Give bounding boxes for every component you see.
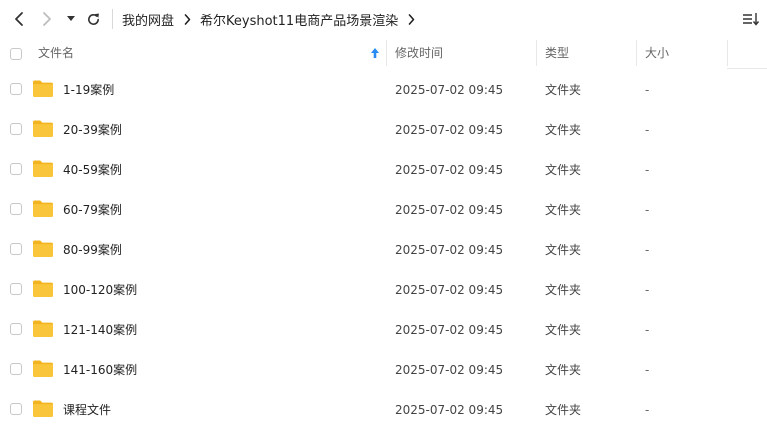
table-row[interactable]: 20-39案例 2025-07-02 09:45 文件夹 -: [0, 110, 767, 150]
table-row[interactable]: 课程文件 2025-07-02 09:45 文件夹 -: [0, 390, 767, 430]
file-type: 文件夹: [545, 123, 582, 137]
refresh-icon: [87, 13, 99, 25]
toolbar: 我的网盘 希尔Keyshot11电商产品场景渲染: [0, 0, 767, 38]
file-type: 文件夹: [545, 203, 582, 217]
file-name[interactable]: 141-160案例: [63, 350, 137, 390]
file-type: 文件夹: [545, 243, 582, 257]
file-name[interactable]: 100-120案例: [63, 270, 137, 310]
header-modified[interactable]: 修改时间: [395, 38, 443, 68]
file-name[interactable]: 80-99案例: [63, 230, 122, 270]
column-divider[interactable]: [536, 40, 537, 66]
file-type: 文件夹: [545, 83, 582, 97]
forward-button[interactable]: [36, 7, 58, 31]
modified-time: 2025-07-02 09:45: [395, 163, 504, 177]
table-row[interactable]: 60-79案例 2025-07-02 09:45 文件夹 -: [0, 190, 767, 230]
file-size: -: [645, 323, 650, 337]
row-checkbox[interactable]: [10, 403, 22, 415]
folder-icon: [33, 200, 53, 217]
table-row[interactable]: 141-160案例 2025-07-02 09:45 文件夹 -: [0, 350, 767, 390]
file-size: -: [645, 123, 650, 137]
file-name[interactable]: 课程文件: [63, 390, 111, 430]
file-size: -: [645, 163, 650, 177]
file-name[interactable]: 121-140案例: [63, 310, 137, 350]
row-checkbox[interactable]: [10, 283, 22, 295]
file-type: 文件夹: [545, 323, 582, 337]
file-type: 文件夹: [545, 363, 582, 377]
modified-time: 2025-07-02 09:45: [395, 323, 504, 337]
file-size: -: [645, 363, 650, 377]
row-checkbox[interactable]: [10, 203, 22, 215]
chevron-left-icon: [15, 12, 23, 26]
breadcrumb-current-folder[interactable]: 希尔Keyshot11电商产品场景渲染: [200, 10, 398, 29]
folder-icon: [33, 80, 53, 97]
select-all-checkbox[interactable]: [10, 48, 22, 60]
table-row[interactable]: 100-120案例 2025-07-02 09:45 文件夹 -: [0, 270, 767, 310]
table-row[interactable]: 1-19案例 2025-07-02 09:45 文件夹 -: [0, 70, 767, 110]
file-name[interactable]: 1-19案例: [63, 70, 114, 110]
folder-icon: [33, 120, 53, 137]
header-underline: [727, 68, 767, 69]
row-checkbox[interactable]: [10, 363, 22, 375]
caret-down-icon: [67, 16, 75, 21]
header-name[interactable]: 文件名: [38, 38, 74, 68]
folder-icon: [33, 360, 53, 377]
row-checkbox[interactable]: [10, 123, 22, 135]
breadcrumb: 我的网盘 希尔Keyshot11电商产品场景渲染: [122, 0, 424, 38]
chevron-right-icon: [43, 12, 51, 26]
back-button[interactable]: [8, 7, 30, 31]
folder-icon: [33, 160, 53, 177]
file-type: 文件夹: [545, 403, 582, 417]
header-size[interactable]: 大小: [645, 38, 669, 68]
folder-icon: [33, 280, 53, 297]
modified-time: 2025-07-02 09:45: [395, 403, 504, 417]
folder-icon: [33, 240, 53, 257]
file-size: -: [645, 283, 650, 297]
file-size: -: [645, 243, 650, 257]
modified-time: 2025-07-02 09:45: [395, 363, 504, 377]
arrow-up-icon[interactable]: [370, 47, 380, 59]
row-checkbox[interactable]: [10, 163, 22, 175]
table-row[interactable]: 40-59案例 2025-07-02 09:45 文件夹 -: [0, 150, 767, 190]
folder-icon: [33, 320, 53, 337]
chevron-right-icon[interactable]: [408, 13, 415, 25]
file-list-header: 文件名 修改时间 类型 大小: [0, 38, 767, 70]
chevron-right-icon: [184, 13, 191, 25]
table-row[interactable]: 80-99案例 2025-07-02 09:45 文件夹 -: [0, 230, 767, 270]
column-divider[interactable]: [727, 40, 728, 66]
table-row[interactable]: 121-140案例 2025-07-02 09:45 文件夹 -: [0, 310, 767, 350]
sort-menu-button[interactable]: [741, 9, 761, 29]
refresh-button[interactable]: [82, 7, 104, 31]
file-name[interactable]: 60-79案例: [63, 190, 122, 230]
file-size: -: [645, 203, 650, 217]
breadcrumb-root[interactable]: 我的网盘: [122, 10, 174, 29]
row-checkbox[interactable]: [10, 83, 22, 95]
modified-time: 2025-07-02 09:45: [395, 123, 504, 137]
toolbar-divider: [112, 9, 113, 29]
history-dropdown-button[interactable]: [64, 7, 78, 31]
row-checkbox[interactable]: [10, 243, 22, 255]
modified-time: 2025-07-02 09:45: [395, 283, 504, 297]
file-name[interactable]: 40-59案例: [63, 150, 122, 190]
folder-icon: [33, 400, 53, 417]
row-checkbox[interactable]: [10, 323, 22, 335]
column-divider[interactable]: [636, 40, 637, 66]
file-type: 文件夹: [545, 283, 582, 297]
modified-time: 2025-07-02 09:45: [395, 243, 504, 257]
file-list: 1-19案例 2025-07-02 09:45 文件夹 - 20-39案例 2025-07…: [0, 70, 767, 430]
modified-time: 2025-07-02 09:45: [395, 203, 504, 217]
column-divider[interactable]: [386, 40, 387, 66]
header-type[interactable]: 类型: [545, 38, 569, 68]
file-size: -: [645, 403, 650, 417]
file-type: 文件夹: [545, 163, 582, 177]
modified-time: 2025-07-02 09:45: [395, 83, 504, 97]
file-size: -: [645, 83, 650, 97]
sort-list-icon: [743, 13, 760, 26]
file-name[interactable]: 20-39案例: [63, 110, 122, 150]
